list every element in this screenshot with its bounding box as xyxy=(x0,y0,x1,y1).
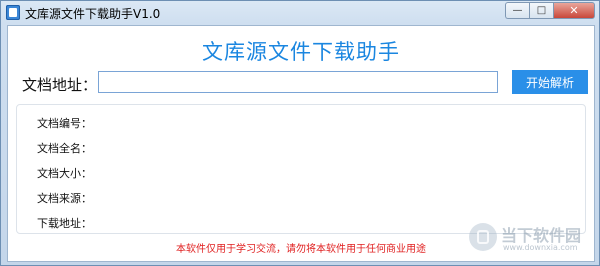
download-url-label: 下载地址： xyxy=(37,217,92,230)
page-title: 文库源文件下载助手 xyxy=(202,40,400,64)
app-window: 文库源文件下载助手V1.0 — □ ✕ 文库源文件下载助手 文档地址： 开始解析… xyxy=(0,0,600,266)
title-bar[interactable]: 文库源文件下载助手V1.0 — □ ✕ xyxy=(1,1,599,25)
watermark-url: www.downxia.com xyxy=(503,243,578,252)
start-parse-button[interactable]: 开始解析 xyxy=(512,70,588,94)
watermark-logo-icon xyxy=(469,223,497,251)
doc-id-label: 文档编号： xyxy=(37,117,92,130)
app-icon xyxy=(6,5,20,20)
doc-source-label: 文档来源： xyxy=(37,192,92,205)
doc-full-name-label: 文档全名： xyxy=(37,142,92,155)
minimize-button[interactable]: — xyxy=(505,2,529,19)
watermark: 当下软件园 www.downxia.com xyxy=(469,221,589,257)
window-title: 文库源文件下载助手V1.0 xyxy=(25,7,161,21)
doc-size-label: 文档大小： xyxy=(37,167,92,180)
window-controls: — □ ✕ xyxy=(505,2,595,20)
url-input[interactable] xyxy=(98,71,498,93)
maximize-button[interactable]: □ xyxy=(529,2,553,19)
close-button[interactable]: ✕ xyxy=(553,2,595,19)
document-info-panel: 文档编号： 文档全名： 文档大小： 文档来源： 下载地址： xyxy=(16,104,586,234)
url-label: 文档地址： xyxy=(22,76,98,94)
